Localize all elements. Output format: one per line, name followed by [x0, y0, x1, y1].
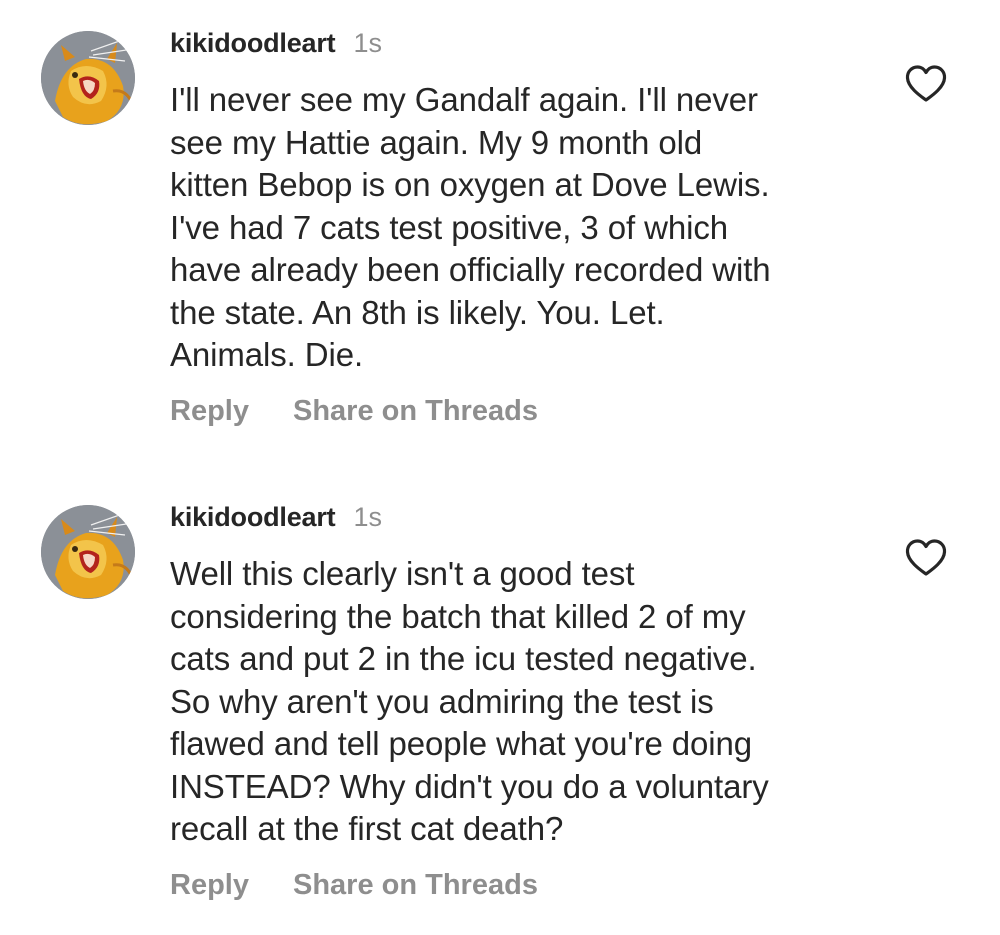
comment: kikidoodleart 1s Well this clearly isn't… [0, 474, 1000, 935]
share-on-threads-button[interactable]: Share on Threads [293, 395, 538, 428]
like-button[interactable] [904, 538, 948, 578]
comment-text: I'll never see my Gandalf again. I'll ne… [170, 81, 771, 373]
username[interactable]: kikidoodleart [170, 502, 336, 533]
cat-illustration-avatar-icon [41, 505, 135, 599]
like-button[interactable] [904, 64, 948, 104]
comment-actions: Reply Share on Threads [170, 394, 538, 428]
reply-button[interactable]: Reply [170, 869, 249, 902]
heart-outline-icon [905, 65, 947, 102]
comment-text: Well this clearly isn't a good test cons… [170, 555, 769, 847]
comment-actions: Reply Share on Threads [170, 868, 538, 902]
username[interactable]: kikidoodleart [170, 28, 336, 59]
reply-button[interactable]: Reply [170, 395, 249, 428]
comment: kikidoodleart 1s I'll never see my Ganda… [0, 0, 1000, 470]
comment-header: kikidoodleart 1s [170, 28, 382, 62]
heart-outline-icon [905, 539, 947, 576]
user-avatar[interactable] [41, 505, 135, 599]
comment-header: kikidoodleart 1s [170, 502, 382, 536]
timestamp: 1s [353, 502, 382, 532]
user-avatar[interactable] [41, 31, 135, 125]
timestamp: 1s [353, 28, 382, 58]
share-on-threads-button[interactable]: Share on Threads [293, 869, 538, 902]
cat-illustration-avatar-icon [41, 31, 135, 125]
